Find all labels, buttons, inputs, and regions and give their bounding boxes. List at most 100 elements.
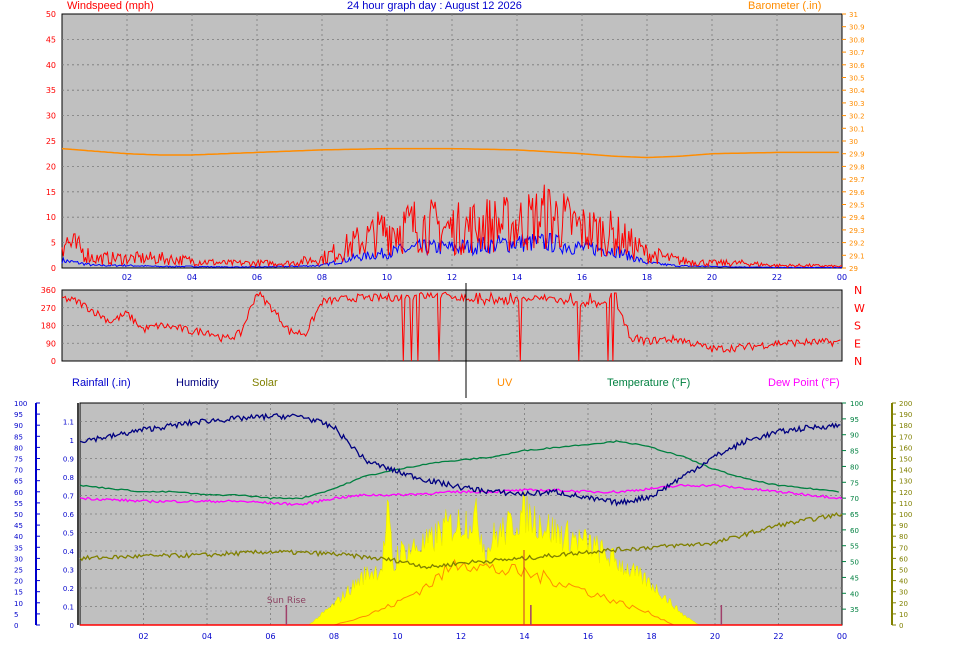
temperature-tick-label: 80 [850,463,859,471]
barometer-tick-label: 29.6 [849,189,865,197]
climate-x-tick-label: 14 [519,632,529,641]
climate-x-tick-label: 20 [710,632,720,641]
humidity-tick-label: 90 [14,422,23,430]
compass-label: S [854,320,861,333]
top-x-tick-label: 06 [252,273,262,282]
legend-temperature: Temperature (°F) [607,377,691,389]
solar-tick-label: 70 [899,544,908,552]
top-x-tick-label: 04 [187,273,197,282]
solar-tick-label: 160 [899,444,912,452]
solar-tick-label: 30 [899,589,908,597]
temperature-tick-label: 40 [850,590,859,598]
solar-tick-label: 190 [899,411,912,419]
wind-direction-chart: 090180270360 NWSEN [41,283,865,398]
legend-solar: Solar [252,377,278,389]
climate-chart: 0510152025303540455055606570758085909510… [14,400,912,641]
rain-tick-label: 0.9 [63,456,74,464]
solar-tick-label: 140 [899,467,912,475]
direction-tick-label: 360 [41,286,56,295]
top-x-tick-label: 02 [122,273,132,282]
temperature-tick-label: 95 [850,416,859,424]
solar-tick-label: 50 [899,567,908,575]
humidity-tick-label: 85 [14,433,23,441]
direction-tick-label: 270 [41,304,56,313]
rain-tick-label: 1 [70,437,74,445]
humidity-tick-label: 40 [14,533,23,541]
humidity-tick-label: 35 [14,544,23,552]
windspeed-tick-label: 20 [46,162,56,171]
chart-title: 24 hour graph day : August 12 2026 [347,0,522,12]
solar-tick-label: 90 [899,522,908,530]
compass-label: W [854,302,865,315]
humidity-tick-label: 50 [14,511,23,519]
rain-tick-label: 0.1 [63,604,74,612]
temperature-tick-label: 60 [850,527,859,535]
rain-tick-label: 0.4 [63,548,75,556]
barometer-tick-label: 29.1 [849,252,865,260]
windspeed-tick-label: 50 [46,10,56,19]
wind-barometer-chart: 0 5 10 15 20 25 30 35 40 45 50 29 29.1 29.2 29.3 29.4 29… [46,10,865,282]
humidity-tick-label: 55 [14,500,23,508]
barometer-tick-label: 30.2 [849,113,865,121]
climate-x-tick-label: 08 [329,632,339,641]
barometer-tick-label: 30.5 [849,75,865,83]
rain-tick-label: 1.1 [63,419,74,427]
direction-tick-label: 90 [46,339,56,348]
temperature-tick-label: 75 [850,479,859,487]
legend-uv: UV [497,377,513,389]
solar-tick-label: 20 [899,600,908,608]
barometer-tick-label: 31 [849,11,858,19]
barometer-tick-label: 29.4 [849,214,865,222]
top-x-tick-label: 08 [317,273,327,282]
barometer-tick-label: 29.8 [849,163,865,171]
solar-tick-label: 60 [899,555,908,563]
barometer-tick-label: 30.6 [849,62,865,70]
solar-tick-label: 150 [899,456,912,464]
barometer-axis-label: Barometer (.in) [748,0,822,12]
humidity-tick-label: 10 [14,600,23,608]
barometer-tick-label: 30.1 [849,125,865,133]
top-x-tick-label: 00 [837,273,847,282]
top-x-tick-label: 10 [382,273,392,282]
barometer-tick-label: 29.9 [849,151,865,159]
temperature-tick-label: 85 [850,448,859,456]
windspeed-tick-label: 35 [46,86,56,95]
weather-chart-canvas: 051015202530354045502929.129.229.329.429… [14,10,912,641]
top-x-tick-label: 14 [512,273,522,282]
solar-tick-label: 100 [899,511,912,519]
temperature-tick-label: 70 [850,495,859,503]
barometer-tick-label: 29.7 [849,176,865,184]
windspeed-tick-label: 5 [51,239,56,248]
solar-tick-label: 120 [899,489,912,497]
temperature-tick-label: 100 [850,400,863,408]
humidity-tick-label: 100 [14,400,27,408]
climate-x-tick-label: 22 [773,632,783,641]
solar-tick-label: 10 [899,611,908,619]
temperature-tick-label: 65 [850,511,859,519]
humidity-tick-label: 60 [14,489,23,497]
humidity-tick-label: 65 [14,478,23,486]
humidity-tick-label: 25 [14,567,23,575]
solar-tick-label: 0 [899,622,903,630]
barometer-tick-label: 30.9 [849,24,865,32]
top-x-tick-label: 22 [772,273,782,282]
solar-tick-label: 80 [899,533,908,541]
solar-tick-label: 200 [899,400,912,408]
humidity-tick-label: 70 [14,467,23,475]
rain-tick-label: 0.2 [63,585,74,593]
windspeed-tick-label: 40 [46,61,56,70]
climate-x-tick-label: 06 [265,632,275,641]
rain-tick-label: 0.7 [63,493,74,501]
humidity-tick-label: 45 [14,522,23,530]
solar-tick-label: 130 [899,478,912,486]
humidity-tick-label: 80 [14,444,23,452]
solar-tick-label: 170 [899,433,912,441]
windspeed-tick-label: 25 [46,137,56,146]
sunrise-label: Sun Rise [267,596,306,606]
solar-tick-label: 40 [899,578,908,586]
legend-humidity: Humidity [176,377,219,389]
humidity-tick-label: 75 [14,456,23,464]
barometer-tick-label: 30.8 [849,36,865,44]
barometer-tick-label: 30.4 [849,87,865,95]
rain-tick-label: 0.6 [63,511,75,519]
